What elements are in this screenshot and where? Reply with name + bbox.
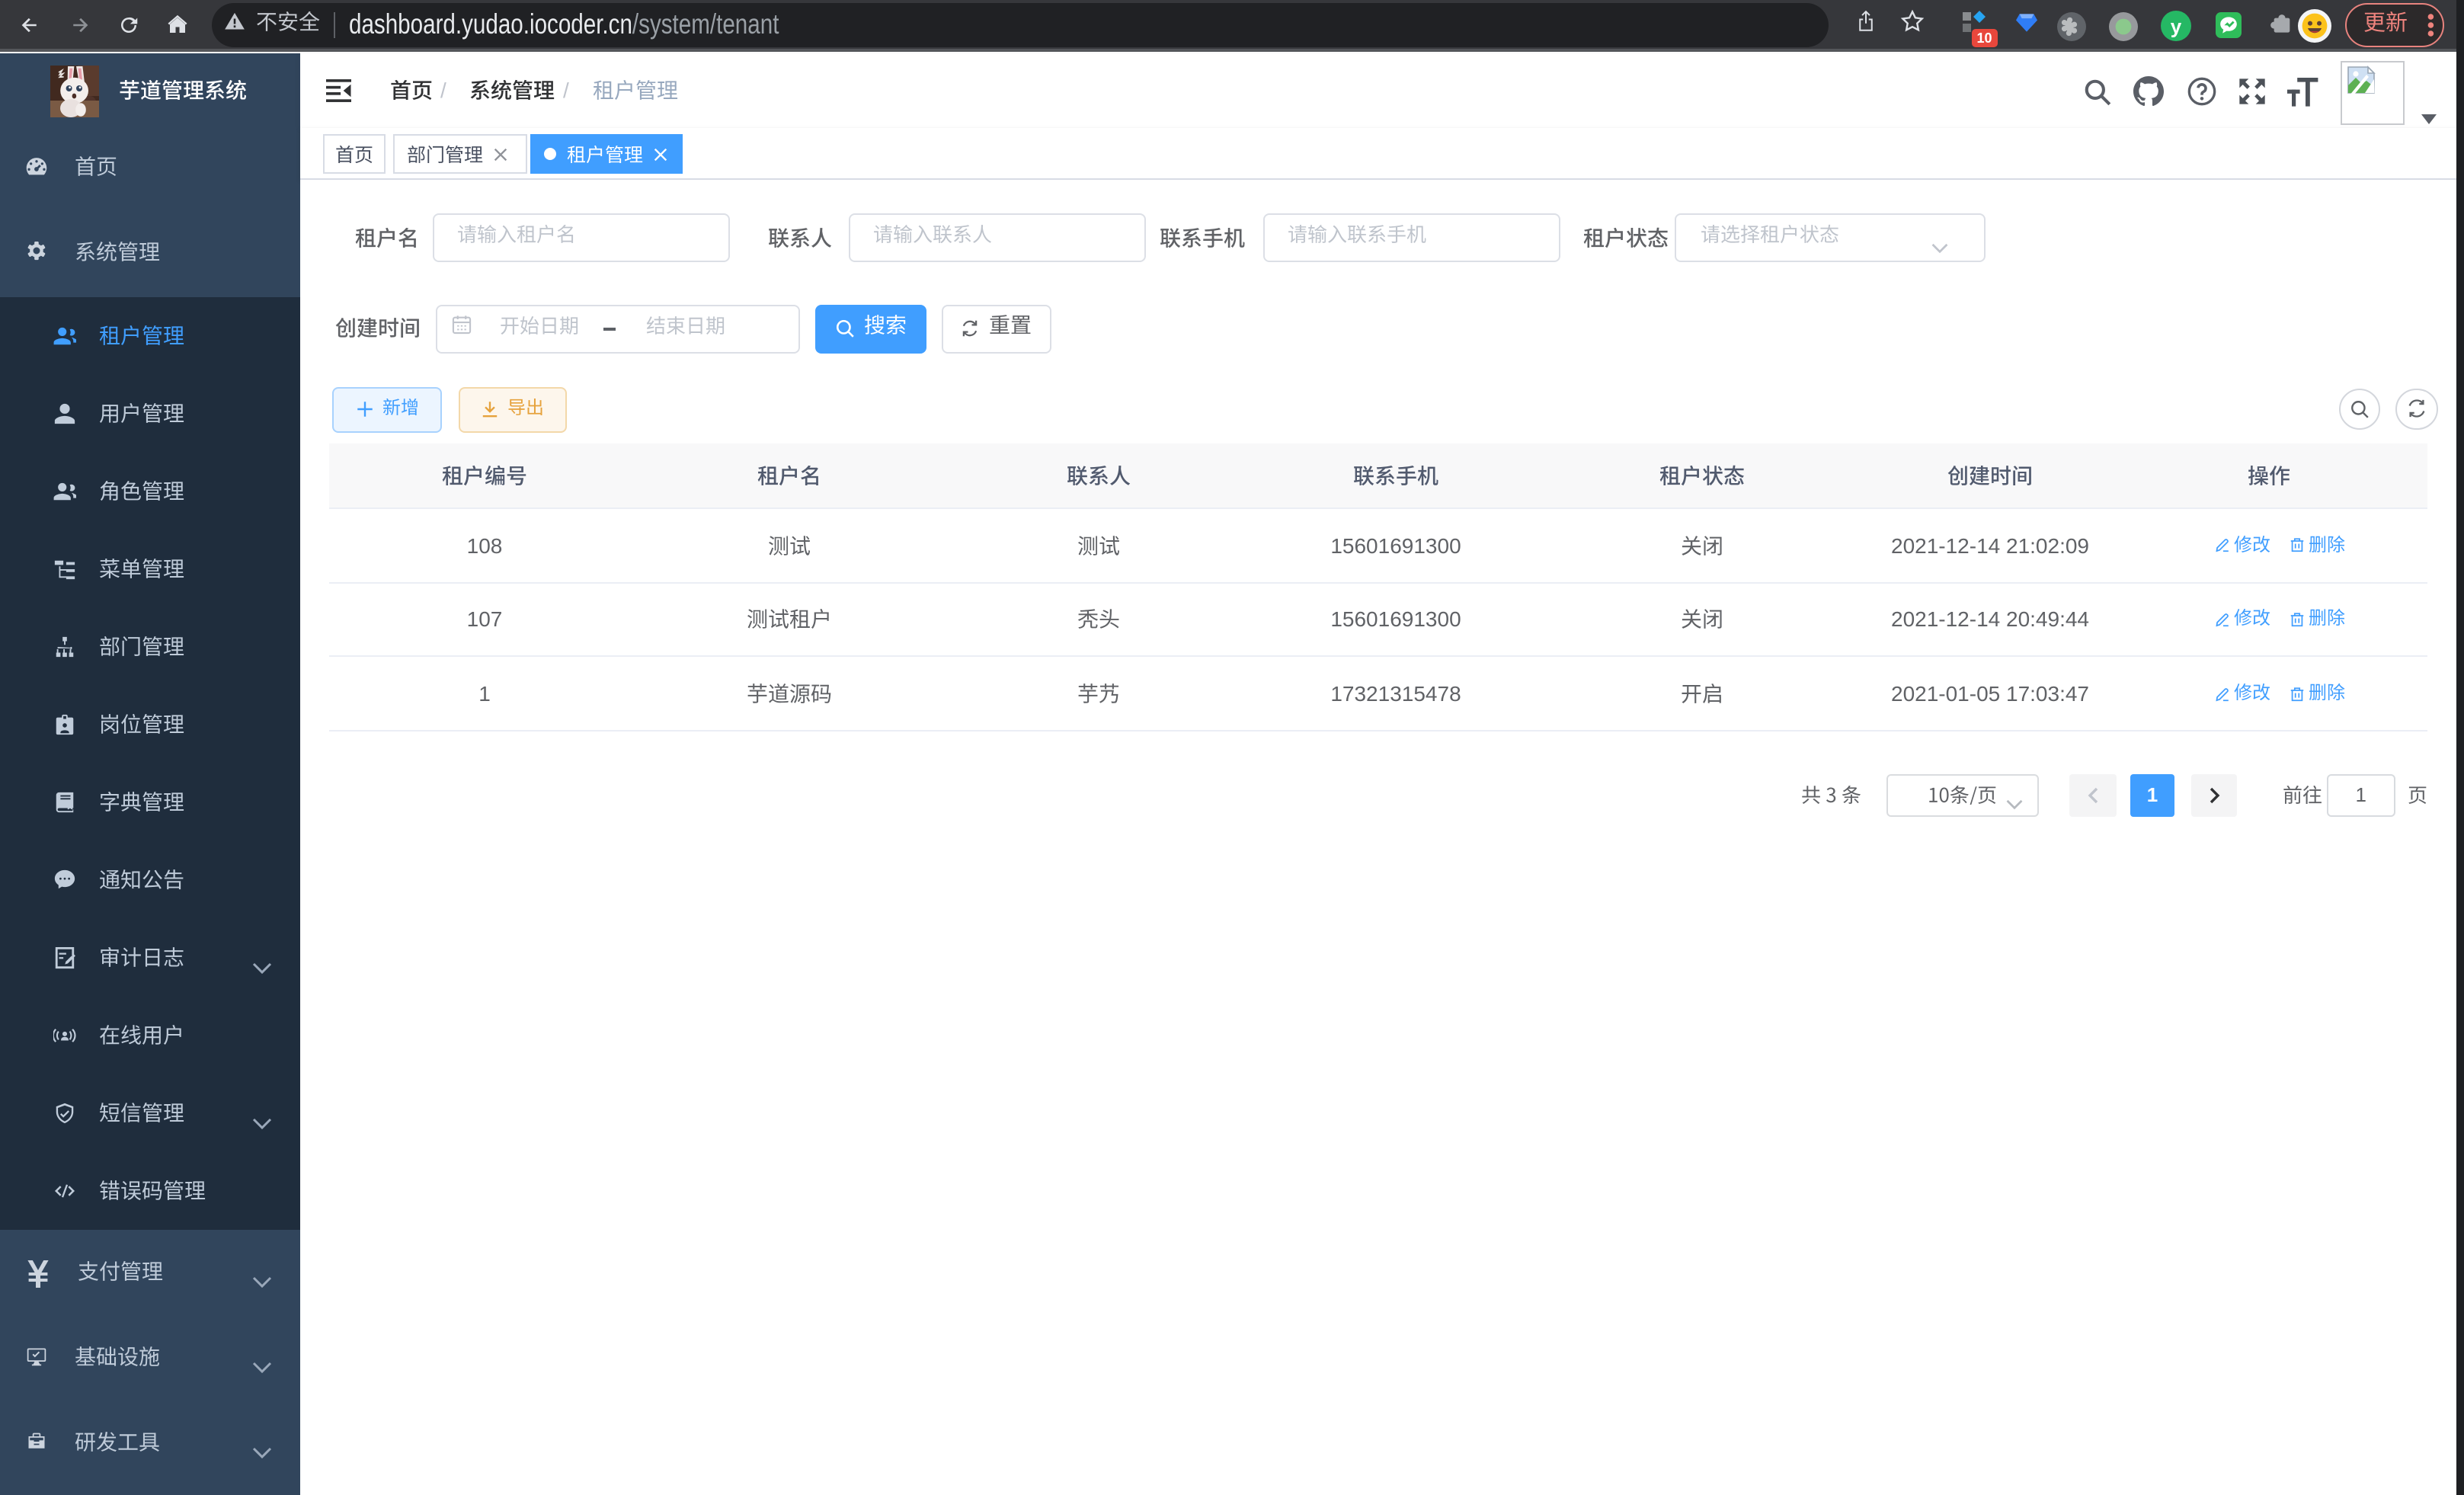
svg-text:y: y	[2171, 14, 2182, 37]
